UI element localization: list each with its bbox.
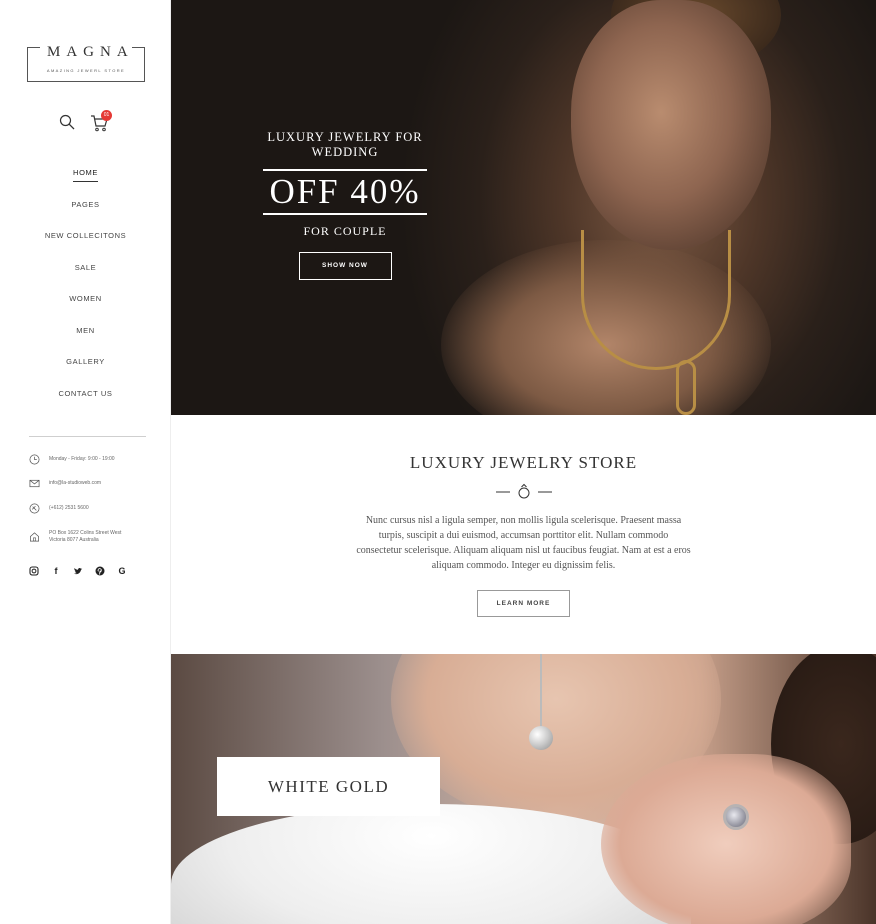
nav-item-gallery[interactable]: GALLERY [0, 353, 171, 385]
banner-ring-shape [723, 804, 749, 830]
nav-item-label: HOME [73, 168, 98, 182]
about-title: LUXURY JEWELRY STORE [409, 453, 638, 472]
nav-item-home[interactable]: HOME [0, 164, 171, 196]
instagram-icon[interactable] [29, 566, 39, 576]
white-gold-label-box[interactable]: WHITE GOLD [217, 757, 440, 816]
contact-email-text[interactable]: info@la-studioweb.com [49, 480, 159, 487]
nav-item-label: SALE [74, 262, 97, 272]
contact-phone-text: (+612) 2531 5600 [49, 505, 89, 511]
nav-item-sale[interactable]: SALE [0, 259, 171, 291]
nav-item-label: CONTACT US [58, 388, 113, 398]
search-icon[interactable] [59, 114, 75, 130]
contact-hours-text: Monday - Friday: 9:00 - 19:00 [49, 456, 115, 462]
cart-count-badge: 01 [101, 110, 112, 121]
about-text: Nunc cursus nisl a ligula semper, non mo… [356, 515, 691, 571]
ring-divider-icon [496, 483, 552, 499]
social-links: f G [29, 566, 139, 578]
address-line-2: Victoria 8077 Australia [49, 537, 99, 543]
main-nav: HOME PAGES NEW COLLECITONS SALE WOMEN ME… [0, 164, 171, 416]
pinterest-icon[interactable] [95, 566, 105, 576]
facebook-icon[interactable]: f [51, 566, 61, 576]
white-gold-banner[interactable]: WHITE GOLD [171, 654, 876, 924]
about-section: LUXURY JEWELRY STORE Nunc cursus nisl a … [171, 415, 876, 654]
banner-hand-shape [601, 754, 851, 924]
phone-icon [29, 503, 40, 514]
hero-line-1: LUXURY JEWELRY FOR [267, 130, 423, 144]
banner-earring-ball [529, 726, 553, 750]
nav-item-contact-us[interactable]: CONTACT US [0, 385, 171, 417]
sidebar: MAGNA AMAZING JEWERL STORE 01 HOME PAGES… [0, 0, 171, 924]
hero-face-shape [571, 0, 771, 250]
contact-address-text: PO Box 1622 Colins Street West Victoria … [49, 530, 159, 544]
nav-item-label: MEN [76, 325, 95, 335]
header-icons: 01 [59, 110, 119, 134]
logo-tagline: AMAZING JEWERL STORE [46, 68, 126, 73]
nav-item-pages[interactable]: PAGES [0, 196, 171, 228]
logo-title: MAGNA [47, 44, 134, 61]
mail-icon [29, 479, 40, 488]
hero-line-2: WEDDING [311, 145, 379, 159]
sidebar-divider [29, 436, 146, 437]
hero-subline: FOR COUPLE [303, 224, 387, 238]
hero-rule-bottom [263, 213, 427, 215]
hero-caption: LUXURY JEWELRY FOR WEDDING OFF 40% FOR C… [263, 130, 427, 280]
show-now-button[interactable]: SHOW NOW [298, 252, 392, 280]
clock-icon [29, 454, 40, 465]
hero-offer: OFF 40% [269, 172, 421, 211]
white-gold-label: WHITE GOLD [267, 777, 390, 796]
nav-item-label: PAGES [71, 199, 100, 209]
twitter-icon[interactable] [73, 566, 83, 576]
nav-item-label: WOMEN [69, 294, 102, 303]
hero-pendant-shape [676, 360, 696, 415]
banner-earring-chain [540, 654, 542, 729]
address-line-1: PO Box 1622 Colins Street West [49, 530, 122, 536]
nav-item-men[interactable]: MEN [0, 322, 171, 354]
home-icon [30, 532, 39, 542]
google-icon[interactable]: G [117, 566, 127, 576]
nav-item-new-collections[interactable]: NEW COLLECITONS [0, 227, 171, 259]
learn-more-button[interactable]: LEARN MORE [477, 590, 570, 617]
nav-item-label: NEW COLLECITONS [44, 231, 127, 240]
logo[interactable]: MAGNA AMAZING JEWERL STORE [27, 44, 145, 82]
nav-item-women[interactable]: WOMEN [0, 290, 171, 322]
nav-item-label: GALLERY [66, 357, 105, 366]
